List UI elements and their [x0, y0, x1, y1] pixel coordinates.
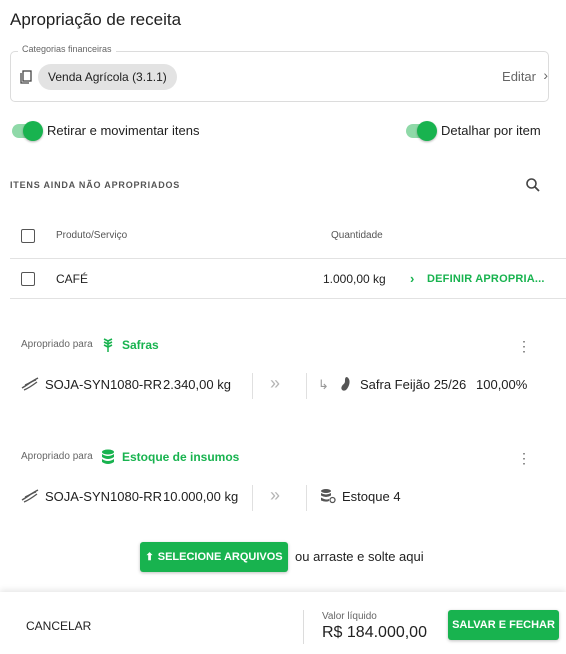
allocation-target: Estoque 4 — [342, 489, 401, 504]
edit-categories-button[interactable]: Editar — [502, 69, 536, 84]
allocation-destination: Safras — [122, 338, 159, 352]
allocation-target: Safra Feijão 25/26 — [360, 377, 467, 392]
copy-icon — [20, 70, 32, 84]
row-product: CAFÉ — [56, 272, 89, 286]
separator — [252, 373, 253, 399]
page-title: Apropriação de receita — [10, 10, 182, 29]
allocation-percent: 100,00% — [476, 377, 528, 392]
select-files-label: SELECIONE ARQUIVOS — [157, 551, 283, 563]
column-header-product: Produto/Serviço — [56, 230, 128, 241]
save-and-close-button[interactable]: SALVAR E FECHAR — [448, 610, 559, 640]
allocation-quantity: 2.340,00 kg — [163, 377, 231, 392]
allocation-item: SOJA-SYN1080-RR — [45, 377, 163, 392]
row-quantity: 1.000,00 kg — [323, 272, 386, 286]
retirar-toggle-label: Retirar e movimentar itens — [47, 123, 200, 138]
database-settings-icon — [321, 489, 336, 504]
column-header-quantity: Quantidade — [331, 230, 383, 241]
bean-icon — [341, 377, 350, 391]
allocated-for-label: Apropriado para — [21, 339, 93, 350]
select-files-button[interactable]: ⬆ SELECIONE ARQUIVOS — [140, 542, 288, 572]
upload-icon: ⬆ — [145, 552, 154, 563]
separator — [306, 373, 307, 399]
seed-icon — [21, 377, 39, 391]
wheat-icon — [103, 338, 113, 352]
section-heading: ITENS AINDA NÃO APROPRIADOS — [10, 180, 181, 190]
detalhar-toggle[interactable] — [406, 121, 437, 141]
allocation-destination: Estoque de insumos — [122, 450, 240, 464]
define-allocation-link[interactable]: DEFINIR APROPRIA... — [427, 273, 545, 285]
sub-arrow-icon: ↳ — [318, 377, 329, 392]
separator — [306, 485, 307, 511]
chevron-right-icon[interactable]: › — [543, 67, 548, 83]
database-icon — [102, 449, 114, 464]
more-options-icon[interactable]: ⋮ — [517, 451, 531, 465]
double-chevron-icon: » — [270, 485, 280, 505]
allocated-for-label: Apropriado para — [21, 451, 93, 462]
chevron-right-icon[interactable]: › — [410, 271, 415, 286]
select-all-checkbox[interactable] — [21, 229, 35, 243]
more-options-icon[interactable]: ⋮ — [517, 339, 531, 353]
double-chevron-icon: » — [270, 373, 280, 393]
detalhar-toggle-label: Detalhar por item — [441, 123, 541, 138]
seed-icon — [21, 489, 39, 503]
net-value: R$ 184.000,00 — [322, 624, 427, 641]
search-icon[interactable] — [525, 177, 541, 193]
category-chip[interactable]: Venda Agrícola (3.1.1) — [38, 64, 177, 90]
allocation-item: SOJA-SYN1080-RR — [45, 489, 163, 504]
categories-legend: Categorias financeiras — [18, 44, 116, 54]
allocation-quantity: 10.000,00 kg — [163, 489, 239, 504]
separator — [252, 485, 253, 511]
net-value-label: Valor líquido — [322, 611, 377, 622]
retirar-toggle[interactable] — [12, 121, 43, 141]
row-checkbox[interactable] — [21, 272, 35, 286]
drop-hint: ou arraste e solte aqui — [295, 549, 424, 564]
divider — [10, 298, 566, 299]
cancel-button[interactable]: CANCELAR — [26, 619, 91, 633]
separator — [303, 610, 304, 644]
table-row: CAFÉ 1.000,00 kg › DEFINIR APROPRIA... — [0, 259, 566, 298]
